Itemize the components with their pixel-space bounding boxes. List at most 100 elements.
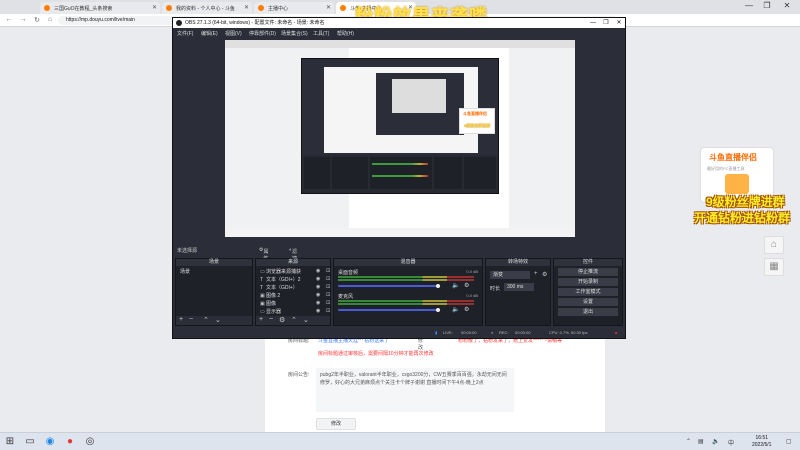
volume-meter [338, 279, 474, 281]
obs-close-button[interactable]: ✕ [613, 18, 625, 28]
close-window-button[interactable]: ✕ [780, 1, 794, 10]
nested-promo-title: 斗鱼直播伴侣 [463, 111, 487, 116]
remove-source-icon[interactable]: − [269, 316, 273, 323]
lock-icon[interactable]: ⊡ [326, 268, 330, 274]
remove-scene-icon[interactable]: − [189, 316, 193, 323]
volume-slider[interactable] [338, 309, 438, 311]
visibility-eye-icon[interactable]: ◉ [316, 284, 320, 290]
transition-select[interactable]: 渐变 [490, 271, 530, 279]
lock-icon[interactable]: ⊡ [326, 292, 330, 298]
forward-icon[interactable]: → [18, 16, 28, 23]
move-source-up-icon[interactable]: ⌃ [291, 316, 297, 324]
browser-tab[interactable]: 我的资料 - 个人中心 - 斗鱼 ✕ [162, 2, 252, 14]
filters-button[interactable]: ◐ 滤镜 [289, 247, 297, 262]
app-icon[interactable]: ● [64, 436, 76, 448]
visibility-eye-icon[interactable]: ◉ [316, 276, 320, 282]
windows-start-icon[interactable]: ⊞ [4, 436, 16, 448]
close-tab-icon[interactable]: ✕ [244, 4, 249, 11]
scene-list-item[interactable]: 场景 [180, 268, 190, 275]
lock-icon[interactable]: ⊡ [326, 276, 330, 282]
preview-nested-inner [376, 73, 464, 135]
minimize-button[interactable]: — [742, 1, 756, 10]
obs-preview[interactable]: 斗鱼直播伴侣 9级粉丝牌进群 [225, 40, 575, 237]
duration-input[interactable]: 300 ms [504, 283, 534, 291]
audio-mixer-header: 混音器 [334, 259, 482, 266]
lock-icon[interactable]: ⊡ [326, 284, 330, 290]
move-scene-up-icon[interactable]: ⌃ [203, 316, 209, 324]
nested-dock-column [304, 157, 330, 189]
menu-tools[interactable]: 工具(T) [313, 30, 329, 37]
notice-edit-button[interactable]: 修改 [316, 418, 356, 430]
volume-slider-handle[interactable] [436, 284, 440, 288]
gear-icon[interactable]: ⚙ [464, 306, 469, 313]
close-tab-icon[interactable]: ✕ [326, 4, 331, 11]
qr-side-icon[interactable]: ▦ [764, 258, 784, 276]
source-item[interactable]: ▣图像 2 ◉ ⊡ [260, 292, 330, 299]
browser-tab[interactable]: 主播中心 ✕ [254, 2, 334, 14]
tray-chevron-icon[interactable]: ⌃ [686, 438, 691, 445]
taskbar-clock[interactable]: 16:51 2022/5/1 [752, 435, 771, 449]
obs-maximize-button[interactable]: ❐ [600, 18, 612, 28]
menu-docks[interactable]: 停靠部件(D) [249, 30, 276, 37]
visibility-eye-icon[interactable]: ◉ [316, 300, 320, 306]
source-item[interactable]: ▣图像 ◉ ⊡ [260, 300, 330, 307]
source-item[interactable]: T 文本（GDI+） ◉ ⊡ [260, 284, 330, 291]
source-settings-icon[interactable]: ⚙ [279, 316, 285, 324]
close-tab-icon[interactable]: ✕ [152, 4, 157, 11]
exit-button[interactable]: 退出 [558, 308, 618, 316]
visibility-eye-icon[interactable]: ◉ [316, 308, 320, 314]
lock-icon[interactable]: ⊡ [326, 308, 330, 314]
nested-meter [372, 163, 428, 165]
edge-browser-icon[interactable]: ◉ [44, 436, 56, 448]
home-icon[interactable]: ⌂ [45, 16, 55, 23]
obs-minimize-button[interactable]: — [587, 18, 599, 28]
speaker-icon[interactable]: 🔈 [452, 282, 459, 289]
obs-logo-icon [176, 20, 182, 26]
browser-tab[interactable]: 三国GuO在教程_头条搜索 ✕ [40, 2, 160, 14]
file-explorer-icon[interactable]: ▭ [24, 436, 36, 448]
sources-dock-footer: + − ⚙ ⌃ ⌄ [256, 316, 330, 325]
maximize-button[interactable]: ❐ [760, 1, 774, 10]
gear-icon[interactable]: ⚙ [542, 271, 547, 278]
title-review-hint: 房间标题通过审核后，需要间隔10分钟才能再次修改 [318, 351, 434, 357]
volume-tray-icon[interactable]: 🔈 [712, 438, 719, 445]
visibility-eye-icon[interactable]: ◉ [316, 292, 320, 298]
visibility-eye-icon[interactable]: ◉ [316, 268, 320, 274]
studio-mode-button[interactable]: 工作室模式 [558, 288, 618, 296]
move-source-down-icon[interactable]: ⌄ [303, 316, 309, 324]
add-transition-icon[interactable]: + [534, 271, 538, 277]
room-title-edit-link[interactable]: 修改 [418, 337, 423, 351]
back-icon[interactable]: ← [4, 16, 14, 23]
move-scene-down-icon[interactable]: ⌄ [215, 316, 221, 324]
add-source-icon[interactable]: + [259, 316, 263, 323]
volume-slider-handle[interactable] [436, 308, 440, 312]
network-tray-icon[interactable]: ▤ [698, 438, 704, 445]
source-item[interactable]: ▭浏览器来源捕获 ◉ ⊡ [260, 268, 330, 275]
menu-file[interactable]: 文件(F) [177, 30, 193, 37]
obs-taskbar-icon[interactable]: ◎ [84, 436, 96, 448]
gear-icon[interactable]: ⚙ [464, 282, 469, 289]
menu-edit[interactable]: 编辑(E) [201, 30, 218, 37]
notice-label: 房间公告: [288, 372, 310, 378]
menu-help[interactable]: 帮助(H) [337, 30, 354, 37]
home-side-icon[interactable]: ⌂ [764, 236, 784, 254]
notification-icon[interactable]: ▢ [786, 438, 792, 445]
volume-slider[interactable] [338, 285, 438, 287]
nested-dock-column [434, 157, 462, 189]
add-scene-icon[interactable]: + [179, 316, 183, 323]
menu-scene-collection[interactable]: 场景集合(S) [281, 30, 308, 37]
source-item[interactable]: ▭显示器 ◉ ⊡ [260, 308, 330, 315]
notice-textarea[interactable]: pubg2年半职业，valorant半年职业，csgo3200分，CW五赛季百百… [316, 368, 514, 412]
input-method-indicator[interactable]: 中 [728, 438, 734, 447]
speaker-icon[interactable]: 🔈 [452, 306, 459, 313]
start-recording-button[interactable]: 开始录制 [558, 278, 618, 286]
settings-button[interactable]: 设置 [558, 298, 618, 306]
source-item[interactable]: T 文本（GDI+）2 ◉ ⊡ [260, 276, 330, 283]
scenes-dock-header: 场景 [176, 259, 252, 266]
promo-fan-group-text: 9级粉丝牌进群 [706, 195, 785, 209]
properties-button[interactable]: ⚙ 属性 [259, 247, 269, 262]
reload-icon[interactable]: ↻ [32, 16, 42, 24]
stop-streaming-button[interactable]: 停止推流 [558, 268, 618, 276]
menu-view[interactable]: 视图(V) [225, 30, 242, 37]
lock-icon[interactable]: ⊡ [326, 300, 330, 306]
